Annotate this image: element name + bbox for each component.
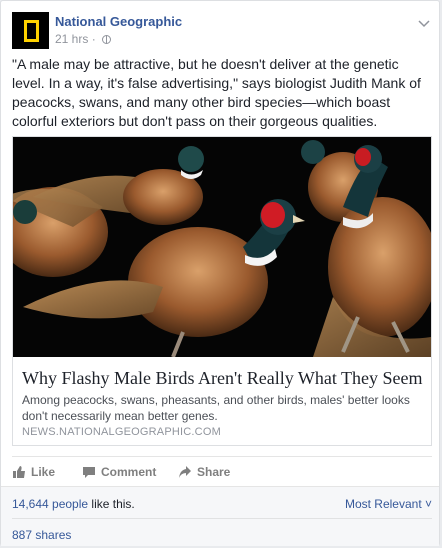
meta-separator: · — [91, 32, 96, 46]
link-preview[interactable]: Why Flashy Male Birds Aren't Really What… — [12, 136, 432, 446]
action-bar: Like Comment Share — [12, 456, 432, 485]
footer-divider — [12, 518, 432, 519]
post-text: "A male may be attractive, but he doesn'… — [12, 56, 421, 129]
chevron-down-icon[interactable] — [416, 16, 432, 32]
comment-icon — [83, 467, 95, 478]
nat-geo-logo-icon — [24, 20, 39, 42]
preview-description: Among peacocks, swans, pheasants, and ot… — [22, 393, 410, 423]
share-icon — [179, 466, 191, 478]
page-name-link[interactable]: National Geographic — [55, 14, 182, 29]
share-button[interactable]: Share — [178, 465, 230, 479]
post-footer: 14,644 people like this. Most Relevant ˅… — [1, 486, 439, 546]
likes-suffix: like this. — [88, 497, 135, 511]
sort-comments-dropdown[interactable]: Most Relevant ˅ — [345, 497, 432, 511]
page-avatar[interactable] — [12, 12, 49, 49]
globe-icon — [102, 35, 112, 45]
comment-label: Comment — [101, 465, 157, 479]
likes-count-link[interactable]: 14,644 people — [12, 497, 88, 511]
preview-image[interactable] — [13, 137, 431, 357]
pheasants-image — [13, 137, 431, 357]
like-button[interactable]: Like — [12, 465, 55, 479]
post-meta: 21 hrs · — [55, 32, 112, 46]
preview-title[interactable]: Why Flashy Male Birds Aren't Really What… — [22, 368, 427, 389]
post-card: National Geographic 21 hrs · "A male may… — [0, 0, 440, 546]
shares-count-link[interactable]: 887 shares — [12, 528, 71, 542]
post-header: National Geographic 21 hrs · — [12, 12, 432, 52]
preview-domain: NEWS.NATIONALGEOGRAPHIC.COM — [22, 426, 221, 438]
like-label: Like — [31, 465, 56, 479]
likes-summary: 14,644 people like this. Most Relevant ˅ — [12, 497, 432, 511]
like-icon — [13, 466, 25, 478]
comment-button[interactable]: Comment — [82, 465, 156, 479]
share-label: Share — [197, 465, 231, 479]
post-timestamp[interactable]: 21 hrs — [55, 32, 88, 46]
